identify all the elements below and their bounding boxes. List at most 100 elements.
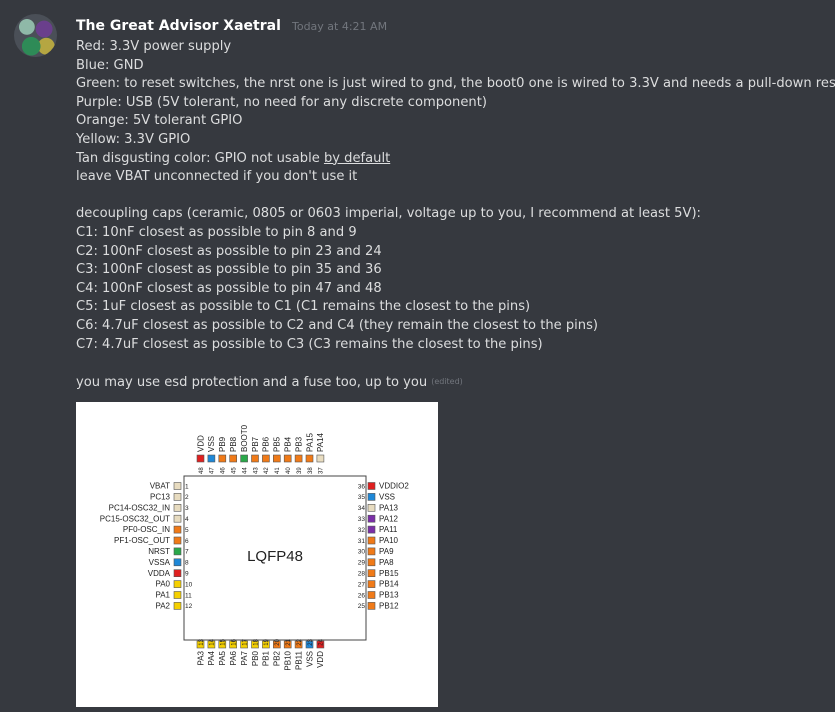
message-line: Blue: GND: [76, 57, 144, 73]
pin-31-number: 31: [358, 538, 366, 545]
message-line: Red: 3.3V power supply: [76, 39, 232, 54]
message-body: Red: 3.3V power supply Blue: GND Green: …: [76, 38, 835, 392]
author-name[interactable]: The Great Advisor Xaetral: [76, 18, 281, 34]
pin-9-label: VDDA: [148, 569, 171, 578]
pin-34-pin-marker: [367, 504, 376, 512]
pin-1-label: VBAT: [150, 482, 170, 491]
pin-12-number: 12: [185, 603, 193, 610]
pin-41-label: PB5: [273, 436, 282, 452]
user-avatar[interactable]: [14, 14, 57, 57]
pin-21-number: 21: [286, 638, 292, 645]
pin-32-pin-marker: [367, 525, 376, 534]
pin-3-label: PC14-OSC32_IN: [109, 503, 171, 512]
pin-24-number: 24: [319, 638, 325, 645]
pin-40-label: PB4: [284, 436, 293, 452]
pin-14-number: 14: [210, 638, 216, 645]
chat-message: The Great Advisor Xaetral Today at 4:21 …: [0, 0, 835, 712]
pin-28-number: 28: [358, 571, 366, 578]
pin-35-number: 35: [358, 494, 366, 501]
pin-30-label: PA9: [379, 547, 394, 556]
pin-35-pin-marker: [367, 493, 376, 501]
pin-22-number: 22: [297, 638, 303, 645]
pin-2-number: 2: [185, 494, 189, 501]
pin-27-number: 27: [358, 581, 366, 588]
pin-27-label: PB14: [379, 580, 399, 589]
message-line: leave VBAT unconnected if you don't use …: [76, 169, 358, 185]
pin-39-pin-marker: [294, 454, 303, 463]
image-attachment[interactable]: LQFP48 1 VBAT 2 PC13 3 PC14-OSC32_IN 4 PC15-OSC…: [76, 402, 438, 707]
message-line: Purple: USB (5V tolerant, no need for an…: [76, 94, 487, 110]
pin-17-label: PA7: [240, 650, 249, 665]
pin-47-label: VSS: [207, 436, 216, 452]
message-line: C6: 4.7uF closest as possible to C2 and …: [76, 317, 599, 333]
pin-18-number: 18: [253, 638, 259, 645]
pin-43-label: PB7: [251, 436, 260, 452]
pin-5-number: 5: [185, 527, 189, 534]
pin-8-pin-marker: [173, 558, 182, 567]
pin-32-label: PA11: [379, 525, 398, 534]
pin-13-number: 13: [199, 638, 205, 645]
pin-40-number: 40: [286, 467, 292, 474]
pin-6-pin-marker: [173, 536, 182, 545]
pin-11-pin-marker: [173, 591, 182, 599]
pin-18-label: PB0: [251, 650, 260, 666]
pin-5-label: PF0-OSC_IN: [123, 525, 170, 534]
pin-13-label: PA3: [196, 650, 205, 665]
pin-38-pin-marker: [305, 454, 314, 463]
message-line-tan: Tan disgusting color: GPIO not usable by…: [76, 150, 831, 169]
pin-39-label: PB3: [294, 436, 303, 452]
pin-26-number: 26: [358, 592, 366, 599]
pin-9-pin-marker: [173, 569, 182, 577]
pin-43-pin-marker: [251, 454, 259, 463]
pin-30-pin-marker: [367, 547, 376, 556]
pin-21-label: PB10: [284, 650, 293, 670]
pin-3-number: 3: [185, 505, 189, 512]
pin-45-pin-marker: [229, 454, 237, 463]
pin-9-number: 9: [185, 571, 189, 578]
message-line: C5: 1uF closest as possible to C1 (C1 re…: [76, 299, 531, 315]
pin-34-label: PA13: [379, 503, 399, 512]
esd-line-text: you may use esd protection and a fuse to…: [76, 374, 428, 390]
message-line: C1: 10nF closest as possible to pin 8 an…: [76, 224, 357, 240]
pin-37-number: 37: [319, 467, 325, 474]
pin-27-pin-marker: [367, 580, 376, 588]
pin-14-label: PA4: [207, 650, 216, 665]
by-default-link[interactable]: by default: [324, 151, 390, 166]
lqfp48-pinout-diagram: LQFP48 1 VBAT 2 PC13 3 PC14-OSC32_IN 4 PC15-OSC…: [100, 424, 410, 670]
pin-31-pin-marker: [367, 536, 376, 545]
pin-2-pin-marker: [173, 493, 182, 501]
message-timestamp[interactable]: Today at 4:21 AM: [292, 20, 387, 33]
pin-33-label: PA12: [379, 514, 399, 523]
pin-6-label: PF1-OSC_OUT: [114, 536, 170, 545]
pin-44-number: 44: [242, 467, 248, 474]
pin-48-label: VDD: [196, 435, 205, 452]
message-line-esd: you may use esd protection and a fuse to…: [76, 373, 831, 392]
package-label: LQFP48: [247, 548, 303, 565]
pin-37-label: PA14: [316, 432, 325, 452]
pin-10-pin-marker: [173, 580, 182, 588]
pin-41-number: 41: [275, 467, 281, 474]
pin-19-number: 19: [264, 638, 270, 645]
pin-12-label: PA2: [155, 602, 170, 611]
pin-12-pin-marker: [173, 602, 182, 610]
pin-36-number: 36: [358, 483, 366, 490]
pin-15-number: 15: [221, 638, 227, 645]
pin-10-label: PA0: [155, 580, 170, 589]
pin-32-number: 32: [358, 527, 366, 534]
pin-3-pin-marker: [173, 504, 182, 512]
pin-6-number: 6: [185, 538, 189, 545]
pin-42-number: 42: [264, 467, 270, 474]
pin-29-number: 29: [358, 560, 366, 567]
edited-label: (edited): [431, 376, 463, 386]
pin-5-pin-marker: [173, 525, 182, 534]
pin-30-number: 30: [358, 549, 366, 556]
pin-7-label: NRST: [148, 547, 170, 556]
pin-16-label: PA6: [229, 650, 238, 665]
pin-43-number: 43: [253, 467, 259, 474]
pin-33-number: 33: [358, 516, 366, 523]
pin-42-label: PB6: [262, 436, 271, 452]
pin-47-pin-marker: [207, 454, 216, 463]
pin-1-pin-marker: [173, 482, 182, 490]
pin-46-number: 46: [221, 467, 227, 474]
